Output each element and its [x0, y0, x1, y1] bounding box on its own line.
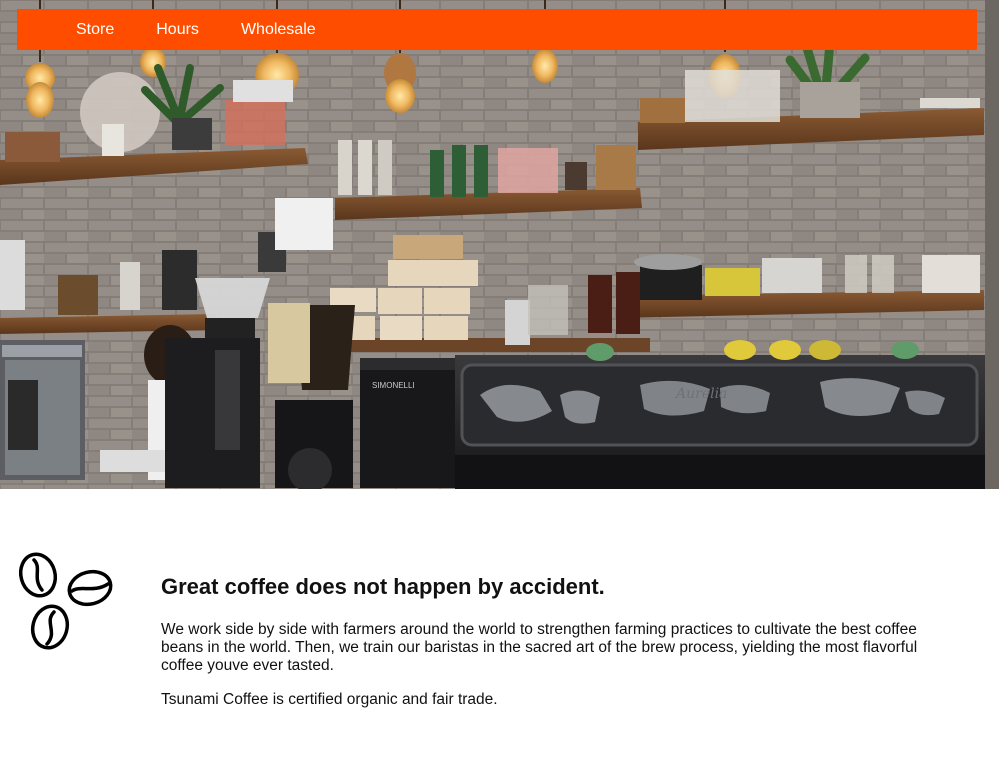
grinder-brand-text: SIMONELLI — [372, 381, 415, 390]
intro-paragraph-certification: Tsunami Coffee is certified organic and … — [161, 691, 498, 708]
coffee-beans-icon — [18, 552, 113, 650]
grinder-box: SIMONELLI — [360, 358, 460, 488]
top-nav-bar: Store Hours Wholesale — [17, 9, 977, 50]
nav-link-hours[interactable]: Hours — [156, 9, 199, 50]
intro-headline: Great coffee does not happen by accident… — [161, 574, 605, 599]
coffee-shop-illustration: SIMONELLI Aurelia — [0, 0, 999, 489]
hero-image: SIMONELLI Aurelia — [0, 0, 999, 489]
espresso-machine: Aurelia — [455, 340, 985, 489]
intro-paragraph-mission: We work side by side with farmers around… — [161, 621, 918, 674]
nav-link-store[interactable]: Store — [76, 9, 114, 50]
intro-section: Great coffee does not happen by accident… — [161, 573, 961, 725]
nav-link-wholesale[interactable]: Wholesale — [241, 9, 316, 50]
machine-brand-text: Aurelia — [674, 386, 727, 402]
